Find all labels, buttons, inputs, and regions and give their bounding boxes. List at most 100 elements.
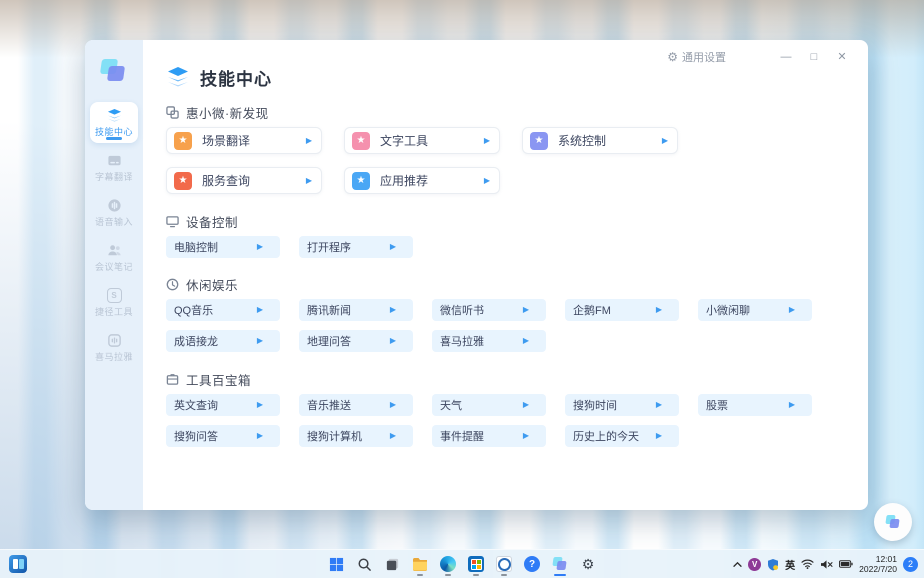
sidebar-item-label: 语音输入: [95, 215, 133, 228]
skill-button-qq-music[interactable]: QQ音乐▶: [166, 299, 280, 321]
skill-button-idiom-chain[interactable]: 成语接龙▶: [166, 330, 280, 352]
skill-card-text-tools[interactable]: ★ 文字工具 ▶: [344, 127, 500, 154]
store-bag: [468, 556, 484, 572]
widgets-icon[interactable]: [9, 555, 27, 573]
play-arrow-icon: ▶: [390, 337, 396, 345]
edge-icon[interactable]: [439, 555, 457, 573]
logo-shape: [889, 519, 899, 528]
volume-muted-icon[interactable]: [820, 559, 833, 570]
sidebar-item-ximalaya[interactable]: 喜马拉雅: [90, 327, 138, 368]
sidebar-item-label: 技能中心: [95, 125, 133, 138]
sidebar-item-label: 会议笔记: [95, 260, 133, 273]
section-header-toolbox: 工具百宝箱: [166, 371, 868, 387]
star-glyph: ★: [179, 176, 188, 186]
search-icon[interactable]: [355, 555, 373, 573]
star-glyph: ★: [535, 136, 544, 146]
sidebar-item-label: 字幕翻译: [95, 170, 133, 183]
sidebar-item-voice-input[interactable]: 语音输入: [90, 192, 138, 233]
sidebar-item-label: 喜马拉雅: [95, 350, 133, 363]
play-arrow-icon: ▶: [523, 432, 529, 440]
skill-button-pc-control[interactable]: 电脑控制 ▶: [166, 236, 280, 258]
xiaowei-app-window: 技能中心 字幕翻译 语音输入 会议笔记: [85, 40, 868, 510]
skill-button-open-program[interactable]: 打开程序 ▶: [299, 236, 413, 258]
ime-indicator[interactable]: 英: [785, 557, 795, 572]
skill-button-sogou-qa[interactable]: 搜狗问答▶: [166, 425, 280, 447]
star-badge-icon: ★: [352, 132, 370, 150]
question-glyph: ?: [524, 556, 540, 572]
skill-button-ximalaya[interactable]: 喜马拉雅▶: [432, 330, 546, 352]
skill-button-event-reminder[interactable]: 事件提醒▶: [432, 425, 546, 447]
skill-button-penguin-fm[interactable]: 企鹅FM▶: [565, 299, 679, 321]
skill-card-service-query[interactable]: ★ 服务查询 ▶: [166, 167, 322, 194]
play-arrow-icon: ▶: [484, 137, 490, 145]
s-letter-icon: S: [107, 288, 122, 303]
battery-icon[interactable]: [839, 560, 853, 568]
xiaowei-logo-icon: [552, 556, 568, 572]
play-arrow-icon: ▶: [306, 137, 312, 145]
people-icon: [107, 243, 122, 258]
play-arrow-icon: ▶: [257, 306, 263, 314]
voice-icon: [107, 198, 122, 213]
subtitle-icon: [107, 153, 122, 168]
skill-button-english-query[interactable]: 英文查询▶: [166, 394, 280, 416]
toolbox-icon: [166, 373, 179, 386]
tray-clock[interactable]: 12:01 2022/7/20: [859, 554, 897, 574]
widgets-panes: [13, 559, 24, 569]
tray-chevron-up-icon[interactable]: [733, 561, 742, 568]
microsoft-store-icon[interactable]: [467, 555, 485, 573]
skill-button-stocks[interactable]: 股票▶: [698, 394, 812, 416]
star-badge-icon: ★: [352, 172, 370, 190]
clock-icon: [166, 278, 179, 291]
start-button[interactable]: [327, 555, 345, 573]
play-arrow-icon: ▶: [390, 306, 396, 314]
skill-card-scene-translate[interactable]: ★ 场景翻译 ▶: [166, 127, 322, 154]
skill-button-xiaowei-chat[interactable]: 小微闲聊▶: [698, 299, 812, 321]
sidebar-item-subtitle-translate[interactable]: 字幕翻译: [90, 147, 138, 188]
get-help-icon[interactable]: ?: [523, 555, 541, 573]
file-explorer-icon[interactable]: [411, 555, 429, 573]
notification-count-badge[interactable]: 2: [903, 557, 918, 572]
skill-button-music-push[interactable]: 音乐推送▶: [299, 394, 413, 416]
sidebar-item-meeting-notes[interactable]: 会议笔记: [90, 237, 138, 278]
skill-button-sogou-time[interactable]: 搜狗时间▶: [565, 394, 679, 416]
skill-button-today-in-history[interactable]: 历史上的今天▶: [565, 425, 679, 447]
skill-button-tencent-news[interactable]: 腾讯新闻▶: [299, 299, 413, 321]
minimize-button[interactable]: —: [772, 50, 800, 64]
o-ring-glyph: [496, 556, 512, 572]
play-arrow-icon: ▶: [656, 432, 662, 440]
close-button[interactable]: ✕: [828, 50, 856, 64]
security-shield-icon[interactable]: [767, 558, 779, 571]
general-settings-button[interactable]: ⚙ 通用设置: [667, 49, 726, 65]
skill-button-weather[interactable]: 天气▶: [432, 394, 546, 416]
maximize-button[interactable]: □: [800, 50, 828, 64]
skill-card-app-recommend[interactable]: ★ 应用推荐 ▶: [344, 167, 500, 194]
sidebar-item-skill-center[interactable]: 技能中心: [90, 102, 138, 143]
wifi-icon[interactable]: [801, 559, 814, 569]
xiaowei-assistant-ball[interactable]: [874, 503, 912, 541]
settings-gear-icon[interactable]: ⚙: [579, 555, 597, 573]
discover-icon: [166, 106, 179, 119]
sidebar-item-shortcut-tools[interactable]: S 捷径工具: [90, 282, 138, 323]
logo-shape: [107, 66, 125, 81]
play-arrow-icon: ▶: [656, 401, 662, 409]
play-arrow-icon: ▶: [656, 306, 662, 314]
skill-button-sogou-calculator[interactable]: 搜狗计算机▶: [299, 425, 413, 447]
play-arrow-icon: ▶: [390, 432, 396, 440]
xiaowei-taskbar-icon[interactable]: [551, 555, 569, 573]
star-glyph: ★: [179, 136, 188, 146]
task-view-icon[interactable]: [383, 555, 401, 573]
monitor-icon: [166, 215, 179, 228]
settings-label: 通用设置: [682, 49, 726, 65]
gear-icon: ⚙: [667, 51, 678, 63]
play-arrow-icon: ▶: [257, 432, 263, 440]
play-arrow-icon: ▶: [257, 337, 263, 345]
section-title: 惠小微·新发现: [186, 103, 269, 122]
play-arrow-icon: ▶: [484, 177, 490, 185]
skill-button-geography-qa[interactable]: 地理问答▶: [299, 330, 413, 352]
skill-card-system-control[interactable]: ★ 系统控制 ▶: [522, 127, 678, 154]
skill-button-wechat-books[interactable]: 微信听书▶: [432, 299, 546, 321]
section-header-device: 设备控制: [166, 213, 868, 229]
v-app-tray-icon[interactable]: V: [748, 558, 761, 571]
play-arrow-icon: ▶: [523, 306, 529, 314]
o-app-icon[interactable]: [495, 555, 513, 573]
